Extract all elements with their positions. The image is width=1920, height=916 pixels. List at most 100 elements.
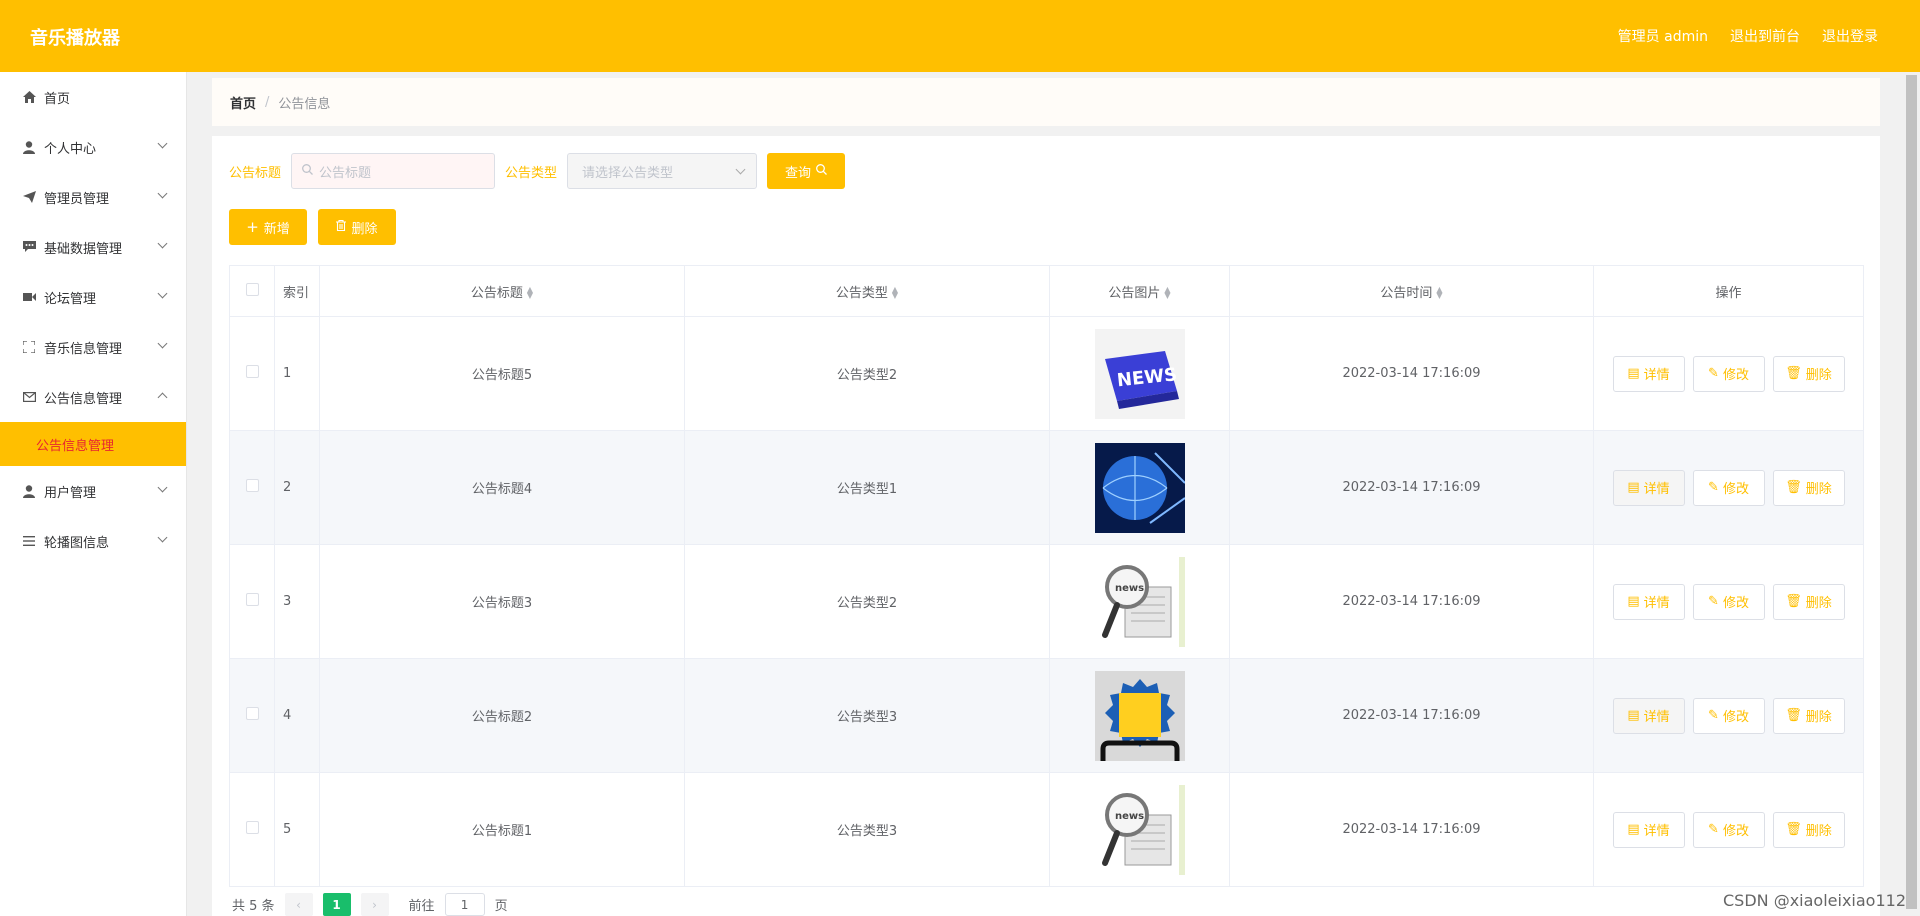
column-header-actions: 操作	[1593, 265, 1864, 317]
edit-button[interactable]: ✎ 修改	[1692, 583, 1765, 620]
edit-icon: ✎	[1708, 708, 1719, 723]
top-nav: 管理员 admin 退出到前台 退出登录	[1618, 26, 1878, 46]
detail-button[interactable]: ▤ 详情	[1612, 469, 1685, 506]
title-filter-label: 公告标题	[229, 165, 282, 181]
trash-icon: 🗑	[1785, 366, 1802, 381]
search-icon	[302, 164, 313, 178]
prev-page-button[interactable]: ‹	[284, 893, 313, 916]
sidebar-item-label: 用户管理	[44, 485, 97, 501]
type-select[interactable]: 请选择公告类型	[567, 153, 758, 189]
vertical-scrollbar[interactable]	[1903, 72, 1920, 916]
scrollbar-thumb[interactable]	[1906, 75, 1917, 909]
row-title: 公告标题4	[319, 430, 685, 545]
sort-icon[interactable]: ▲ ▼	[1436, 286, 1442, 300]
sidebar-item-notice-manage[interactable]: 公告信息管理	[0, 372, 186, 422]
app-title: 音乐播放器	[30, 28, 120, 49]
detail-button[interactable]: ▤ 详情	[1612, 355, 1685, 392]
chevron-down-icon	[157, 288, 168, 299]
delete-button[interactable]: 🗑 删除	[1772, 355, 1845, 392]
delete-label: 删除	[1805, 824, 1832, 839]
page-number-current[interactable]: 1	[322, 893, 351, 916]
news-keyboard-image: NEWS	[1094, 328, 1185, 419]
row-checkbox[interactable]	[245, 593, 259, 606]
row-actions: ▤ 详情 ✎ 修改 🗑 删除	[1593, 772, 1864, 887]
sidebar-subitem-notice-manage[interactable]: 公告信息管理	[0, 422, 186, 466]
sidebar-item-label: 基础数据管理	[44, 241, 123, 257]
detail-button[interactable]: ▤ 详情	[1612, 811, 1685, 848]
detail-button[interactable]: ▤ 详情	[1612, 583, 1685, 620]
row-checkbox[interactable]	[245, 365, 259, 378]
edit-label: 修改	[1722, 710, 1749, 725]
edit-label: 修改	[1722, 368, 1749, 383]
sidebar-subitem-label: 公告信息管理	[36, 438, 115, 454]
row-type: 公告类型3	[684, 658, 1050, 773]
chevron-down-icon	[157, 138, 168, 149]
column-header-time[interactable]: 公告时间 ▲ ▼	[1229, 265, 1594, 317]
edit-button[interactable]: ✎ 修改	[1692, 811, 1765, 848]
select-all-checkbox[interactable]	[245, 282, 259, 296]
delete-button[interactable]: 🗑 删除	[1772, 811, 1845, 848]
row-checkbox[interactable]	[245, 821, 259, 834]
delete-label: 删除	[1805, 710, 1832, 725]
sidebar-item-user-manage[interactable]: 用户管理	[0, 466, 186, 516]
notice-table: 索引 公告标题 ▲ ▼ 公告类型 ▲ ▼ 公告图片 ▲ ▼ 公告时间 ▲ ▼ 操作 1 公告标题…	[229, 265, 1864, 887]
breadcrumb-current: 公告信息	[278, 96, 331, 112]
select-all-cell[interactable]	[229, 265, 275, 317]
sidebar-item-label: 管理员管理	[44, 191, 110, 207]
document-icon: ▤	[1627, 366, 1640, 381]
total-count: 共 5 条	[232, 899, 275, 914]
column-header-image[interactable]: 公告图片 ▲ ▼	[1049, 265, 1230, 317]
sidebar-item-admin-manage[interactable]: 管理员管理	[0, 172, 186, 222]
edit-button[interactable]: ✎ 修改	[1692, 697, 1765, 734]
add-button-label: 新增	[263, 221, 290, 237]
table-row: 4 公告标题2 公告类型3 2022-03-14 17:16:09 ▤ 详情 ✎ 修…	[229, 658, 1864, 773]
row-checkbox[interactable]	[245, 707, 259, 720]
sidebar-item-home[interactable]: 首页	[0, 72, 186, 122]
edit-icon: ✎	[1708, 594, 1719, 609]
row-time: 2022-03-14 17:16:09	[1229, 544, 1594, 659]
send-icon	[22, 190, 36, 204]
goto-page-input[interactable]: 1	[444, 893, 485, 916]
row-index: 3	[274, 544, 320, 659]
table-header-row: 索引 公告标题 ▲ ▼ 公告类型 ▲ ▼ 公告图片 ▲ ▼ 公告时间 ▲ ▼ 操作	[229, 265, 1864, 317]
admin-label[interactable]: 管理员 admin	[1618, 26, 1708, 46]
column-header-type[interactable]: 公告类型 ▲ ▼	[684, 265, 1050, 317]
delete-button[interactable]: 🗑 删除	[1772, 697, 1845, 734]
chevron-down-icon	[157, 532, 168, 543]
type-filter-label: 公告类型	[505, 165, 558, 181]
delete-button[interactable]: 🗑 删除	[1772, 583, 1845, 620]
user-icon	[22, 484, 36, 498]
column-header-title-label: 公告标题	[470, 285, 523, 301]
sidebar-item-personal-center[interactable]: 个人中心	[0, 122, 186, 172]
batch-delete-button[interactable]: 删除	[318, 209, 396, 245]
row-title: 公告标题5	[319, 316, 685, 431]
column-header-title[interactable]: 公告标题 ▲ ▼	[319, 265, 685, 317]
breadcrumb-home[interactable]: 首页	[230, 93, 256, 112]
logout-link[interactable]: 退出登录	[1822, 26, 1878, 46]
table-row: 2 公告标题4 公告类型1 2022-03-14 17:16:09 ▤ 详情 ✎ 修…	[229, 430, 1864, 545]
sort-icon[interactable]: ▲ ▼	[527, 286, 533, 300]
edit-button[interactable]: ✎ 修改	[1692, 469, 1765, 506]
edit-icon: ✎	[1708, 480, 1719, 495]
sidebar-item-music-info[interactable]: 音乐信息管理	[0, 322, 186, 372]
sidebar-item-forum[interactable]: 论坛管理	[0, 272, 186, 322]
row-checkbox[interactable]	[245, 479, 259, 492]
chevron-up-icon	[157, 392, 168, 403]
add-button[interactable]: + 新增	[229, 209, 307, 245]
row-time: 2022-03-14 17:16:09	[1229, 430, 1594, 545]
title-search-input[interactable]: 公告标题	[291, 153, 496, 189]
sort-icon[interactable]: ▲ ▼	[1164, 286, 1170, 300]
user-icon	[22, 140, 36, 154]
detail-button[interactable]: ▤ 详情	[1612, 697, 1685, 734]
delete-button[interactable]: 🗑 删除	[1772, 469, 1845, 506]
sidebar-item-carousel[interactable]: 轮播图信息	[0, 516, 186, 566]
next-page-button[interactable]: ›	[360, 893, 389, 916]
sidebar-item-base-data[interactable]: 基础数据管理	[0, 222, 186, 272]
edit-button[interactable]: ✎ 修改	[1692, 355, 1765, 392]
sort-icon[interactable]: ▲ ▼	[892, 286, 898, 300]
sidebar-item-label: 论坛管理	[44, 291, 97, 307]
svg-text:news: news	[1115, 811, 1144, 822]
query-button[interactable]: 查询	[767, 153, 846, 189]
exit-to-front-link[interactable]: 退出到前台	[1730, 26, 1800, 46]
column-header-index: 索引	[274, 265, 320, 317]
